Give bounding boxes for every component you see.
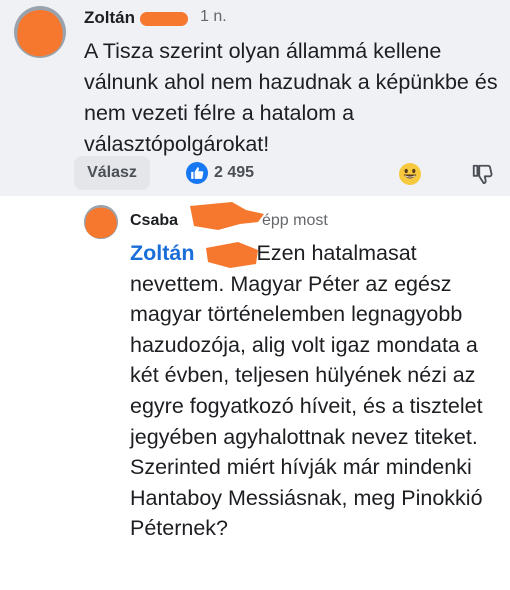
name-redaction-mark (190, 202, 264, 230)
reply-button[interactable]: Válasz (74, 156, 150, 190)
comment-body: A Tisza szerint olyan állammá kellene vá… (84, 39, 498, 156)
reply-author-name[interactable]: Csaba (130, 212, 178, 230)
reply-timestamp[interactable]: épp most (262, 212, 328, 230)
thumbs-down-icon[interactable] (471, 163, 493, 185)
commenter-avatar[interactable] (14, 6, 66, 58)
comment-timestamp[interactable]: 1 n. (200, 8, 227, 26)
grinning-face-icon[interactable] (398, 162, 422, 186)
reply-body: Zoltán Ezen hatalmasat nevettem. Magyar P… (130, 238, 500, 544)
avatar-redaction-mark (84, 205, 118, 239)
mention-tag[interactable]: Zoltán (130, 241, 195, 265)
reply-message-text: Ezen hatalmasat nevettem. Magyar Péter a… (130, 241, 483, 541)
mention-redaction-mark (206, 242, 258, 268)
avatar-redaction-mark (17, 9, 63, 57)
reply-author-avatar[interactable] (84, 205, 118, 239)
comment-action-bar: Válasz 2 495 (74, 156, 504, 192)
commenter-name[interactable]: Zoltán (84, 8, 135, 28)
like-count: 2 495 (214, 164, 255, 181)
name-redaction-mark (140, 12, 188, 26)
thumbs-up-icon (186, 162, 208, 184)
like-summary[interactable]: 2 495 (186, 162, 254, 184)
